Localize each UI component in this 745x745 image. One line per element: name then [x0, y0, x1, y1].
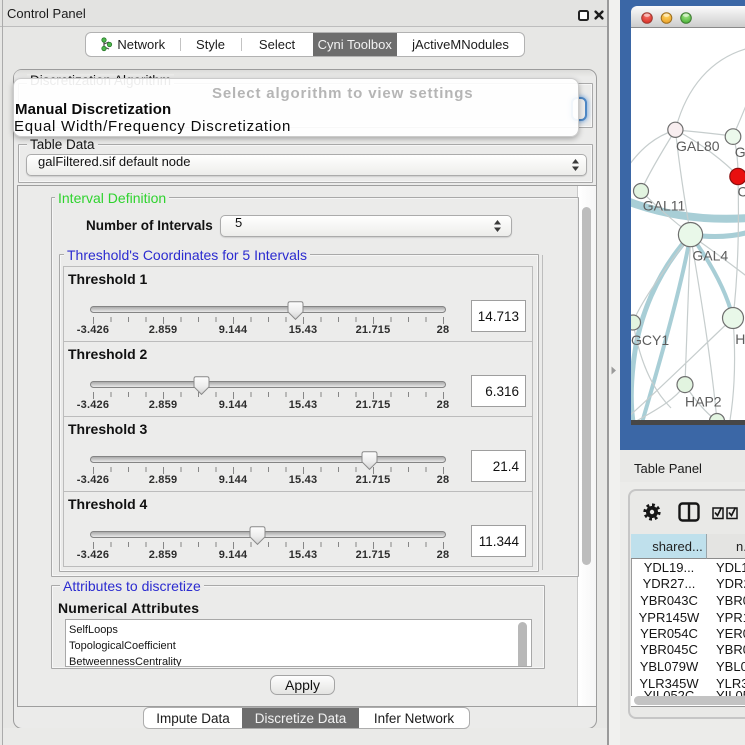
svg-text:GCY1: GCY1: [631, 332, 669, 348]
svg-text:GAL11: GAL11: [643, 198, 686, 214]
svg-text:CR: CR: [738, 184, 745, 200]
svg-text:GAL: GAL: [735, 144, 745, 160]
svg-text:HAP2: HAP2: [685, 394, 722, 410]
svg-text:HA: HA: [735, 331, 745, 347]
svg-text:GAL4: GAL4: [692, 248, 728, 264]
svg-text:GAL80: GAL80: [676, 138, 720, 154]
